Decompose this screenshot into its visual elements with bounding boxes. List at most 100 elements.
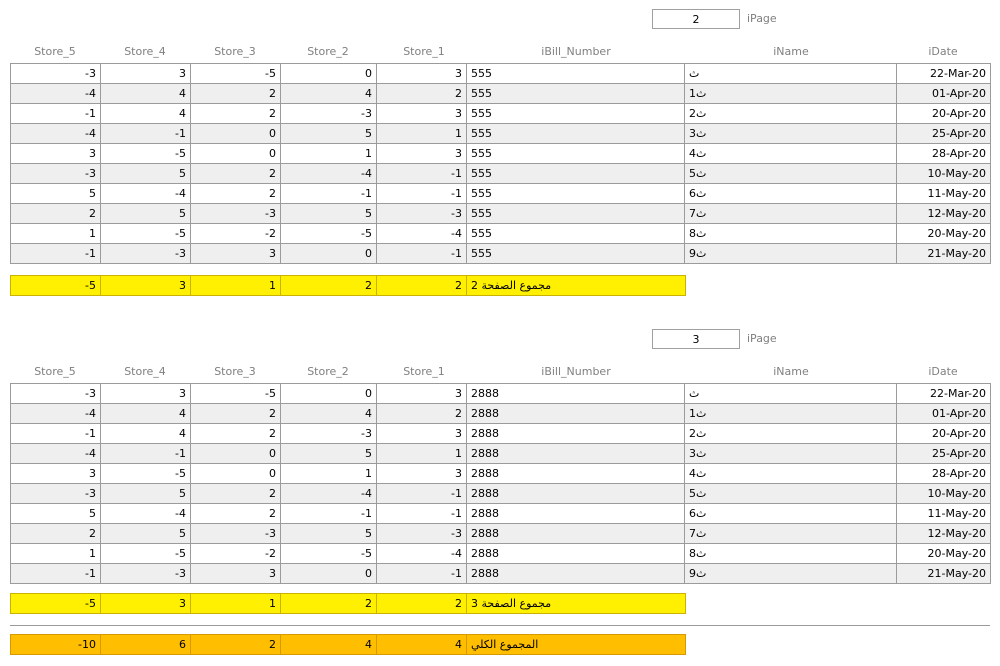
cell-store-5[interactable]: 1 [10, 223, 101, 244]
cell-store-4[interactable]: 4 [100, 423, 191, 444]
cell-name[interactable]: ث7 [684, 203, 897, 224]
cell-name[interactable]: ث5 [684, 163, 897, 184]
cell-bill-number[interactable]: 555 [466, 63, 685, 84]
cell-store-3[interactable]: 2 [190, 83, 281, 104]
cell-store-4[interactable]: 5 [100, 483, 191, 504]
cell-store-4[interactable]: 3 [100, 63, 191, 84]
cell-store-1[interactable]: 3 [376, 383, 467, 404]
cell-store-1[interactable]: 3 [376, 63, 467, 84]
cell-store-3[interactable]: 2 [190, 503, 281, 524]
total-store-4[interactable]: 3 [100, 593, 191, 614]
page-number-field[interactable]: 3 [652, 329, 740, 349]
cell-name[interactable]: ث3 [684, 443, 897, 464]
cell-store-2[interactable]: -3 [280, 423, 377, 444]
cell-store-5[interactable]: -4 [10, 403, 101, 424]
cell-store-5[interactable]: -3 [10, 63, 101, 84]
cell-bill-number[interactable]: 555 [466, 163, 685, 184]
cell-store-3[interactable]: 2 [190, 423, 281, 444]
cell-store-4[interactable]: -3 [100, 563, 191, 584]
cell-name[interactable]: ث1 [684, 83, 897, 104]
cell-store-2[interactable]: -3 [280, 103, 377, 124]
cell-name[interactable]: ث8 [684, 543, 897, 564]
cell-store-4[interactable]: 5 [100, 203, 191, 224]
cell-store-1[interactable]: -1 [376, 183, 467, 204]
cell-store-3[interactable]: 2 [190, 483, 281, 504]
cell-bill-number[interactable]: 555 [466, 103, 685, 124]
cell-bill-number[interactable]: 555 [466, 223, 685, 244]
cell-store-3[interactable]: -5 [190, 383, 281, 404]
cell-date[interactable]: 11-May-20 [896, 503, 991, 524]
cell-store-3[interactable]: -5 [190, 63, 281, 84]
cell-date[interactable]: 01-Apr-20 [896, 403, 991, 424]
total-store-5[interactable]: -5 [10, 275, 101, 296]
cell-store-4[interactable]: -1 [100, 123, 191, 144]
cell-bill-number[interactable]: 2888 [466, 403, 685, 424]
cell-date[interactable]: 28-Apr-20 [896, 463, 991, 484]
cell-store-1[interactable]: -1 [376, 243, 467, 264]
cell-date[interactable]: 21-May-20 [896, 563, 991, 584]
cell-store-1[interactable]: -1 [376, 163, 467, 184]
cell-store-2[interactable]: 0 [280, 63, 377, 84]
cell-name[interactable]: ث9 [684, 243, 897, 264]
cell-store-4[interactable]: 4 [100, 83, 191, 104]
cell-date[interactable]: 25-Apr-20 [896, 443, 991, 464]
total-store-4[interactable]: 3 [100, 275, 191, 296]
total-store-4[interactable]: 6 [100, 634, 191, 655]
cell-store-1[interactable]: -3 [376, 203, 467, 224]
cell-store-2[interactable]: 5 [280, 203, 377, 224]
cell-store-5[interactable]: 5 [10, 503, 101, 524]
cell-store-4[interactable]: -5 [100, 463, 191, 484]
cell-store-2[interactable]: 0 [280, 563, 377, 584]
total-store-3[interactable]: 1 [190, 275, 281, 296]
total-store-3[interactable]: 2 [190, 634, 281, 655]
cell-store-4[interactable]: 5 [100, 523, 191, 544]
cell-name[interactable]: ث9 [684, 563, 897, 584]
cell-store-1[interactable]: -4 [376, 223, 467, 244]
cell-store-4[interactable]: -5 [100, 143, 191, 164]
total-store-1[interactable]: 2 [376, 275, 467, 296]
cell-name[interactable]: ث6 [684, 503, 897, 524]
cell-bill-number[interactable]: 555 [466, 243, 685, 264]
cell-store-2[interactable]: -1 [280, 183, 377, 204]
cell-store-4[interactable]: -4 [100, 503, 191, 524]
cell-store-2[interactable]: 4 [280, 403, 377, 424]
cell-store-4[interactable]: -5 [100, 543, 191, 564]
cell-store-5[interactable]: 3 [10, 463, 101, 484]
cell-bill-number[interactable]: 555 [466, 143, 685, 164]
cell-store-5[interactable]: 3 [10, 143, 101, 164]
cell-bill-number[interactable]: 2888 [466, 443, 685, 464]
cell-bill-number[interactable]: 2888 [466, 503, 685, 524]
cell-store-2[interactable]: 5 [280, 443, 377, 464]
cell-store-4[interactable]: -4 [100, 183, 191, 204]
cell-store-3[interactable]: 2 [190, 163, 281, 184]
cell-store-2[interactable]: 1 [280, 463, 377, 484]
cell-bill-number[interactable]: 2888 [466, 383, 685, 404]
cell-name[interactable]: ث3 [684, 123, 897, 144]
cell-store-2[interactable]: -4 [280, 483, 377, 504]
cell-store-4[interactable]: 5 [100, 163, 191, 184]
cell-store-1[interactable]: 1 [376, 123, 467, 144]
cell-store-2[interactable]: 5 [280, 523, 377, 544]
cell-store-4[interactable]: 4 [100, 403, 191, 424]
cell-store-3[interactable]: 0 [190, 443, 281, 464]
total-store-1[interactable]: 4 [376, 634, 467, 655]
cell-store-1[interactable]: -1 [376, 483, 467, 504]
cell-store-2[interactable]: -4 [280, 163, 377, 184]
cell-store-2[interactable]: -5 [280, 543, 377, 564]
cell-store-5[interactable]: 1 [10, 543, 101, 564]
cell-store-4[interactable]: -1 [100, 443, 191, 464]
cell-store-1[interactable]: -4 [376, 543, 467, 564]
cell-store-2[interactable]: -1 [280, 503, 377, 524]
cell-store-3[interactable]: -3 [190, 203, 281, 224]
cell-bill-number[interactable]: 2888 [466, 543, 685, 564]
cell-bill-number[interactable]: 2888 [466, 523, 685, 544]
cell-store-3[interactable]: 2 [190, 103, 281, 124]
cell-date[interactable]: 10-May-20 [896, 483, 991, 504]
cell-store-1[interactable]: -3 [376, 523, 467, 544]
total-store-1[interactable]: 2 [376, 593, 467, 614]
cell-bill-number[interactable]: 555 [466, 183, 685, 204]
cell-store-4[interactable]: -3 [100, 243, 191, 264]
cell-store-1[interactable]: 2 [376, 83, 467, 104]
cell-store-2[interactable]: -5 [280, 223, 377, 244]
cell-store-3[interactable]: -2 [190, 223, 281, 244]
